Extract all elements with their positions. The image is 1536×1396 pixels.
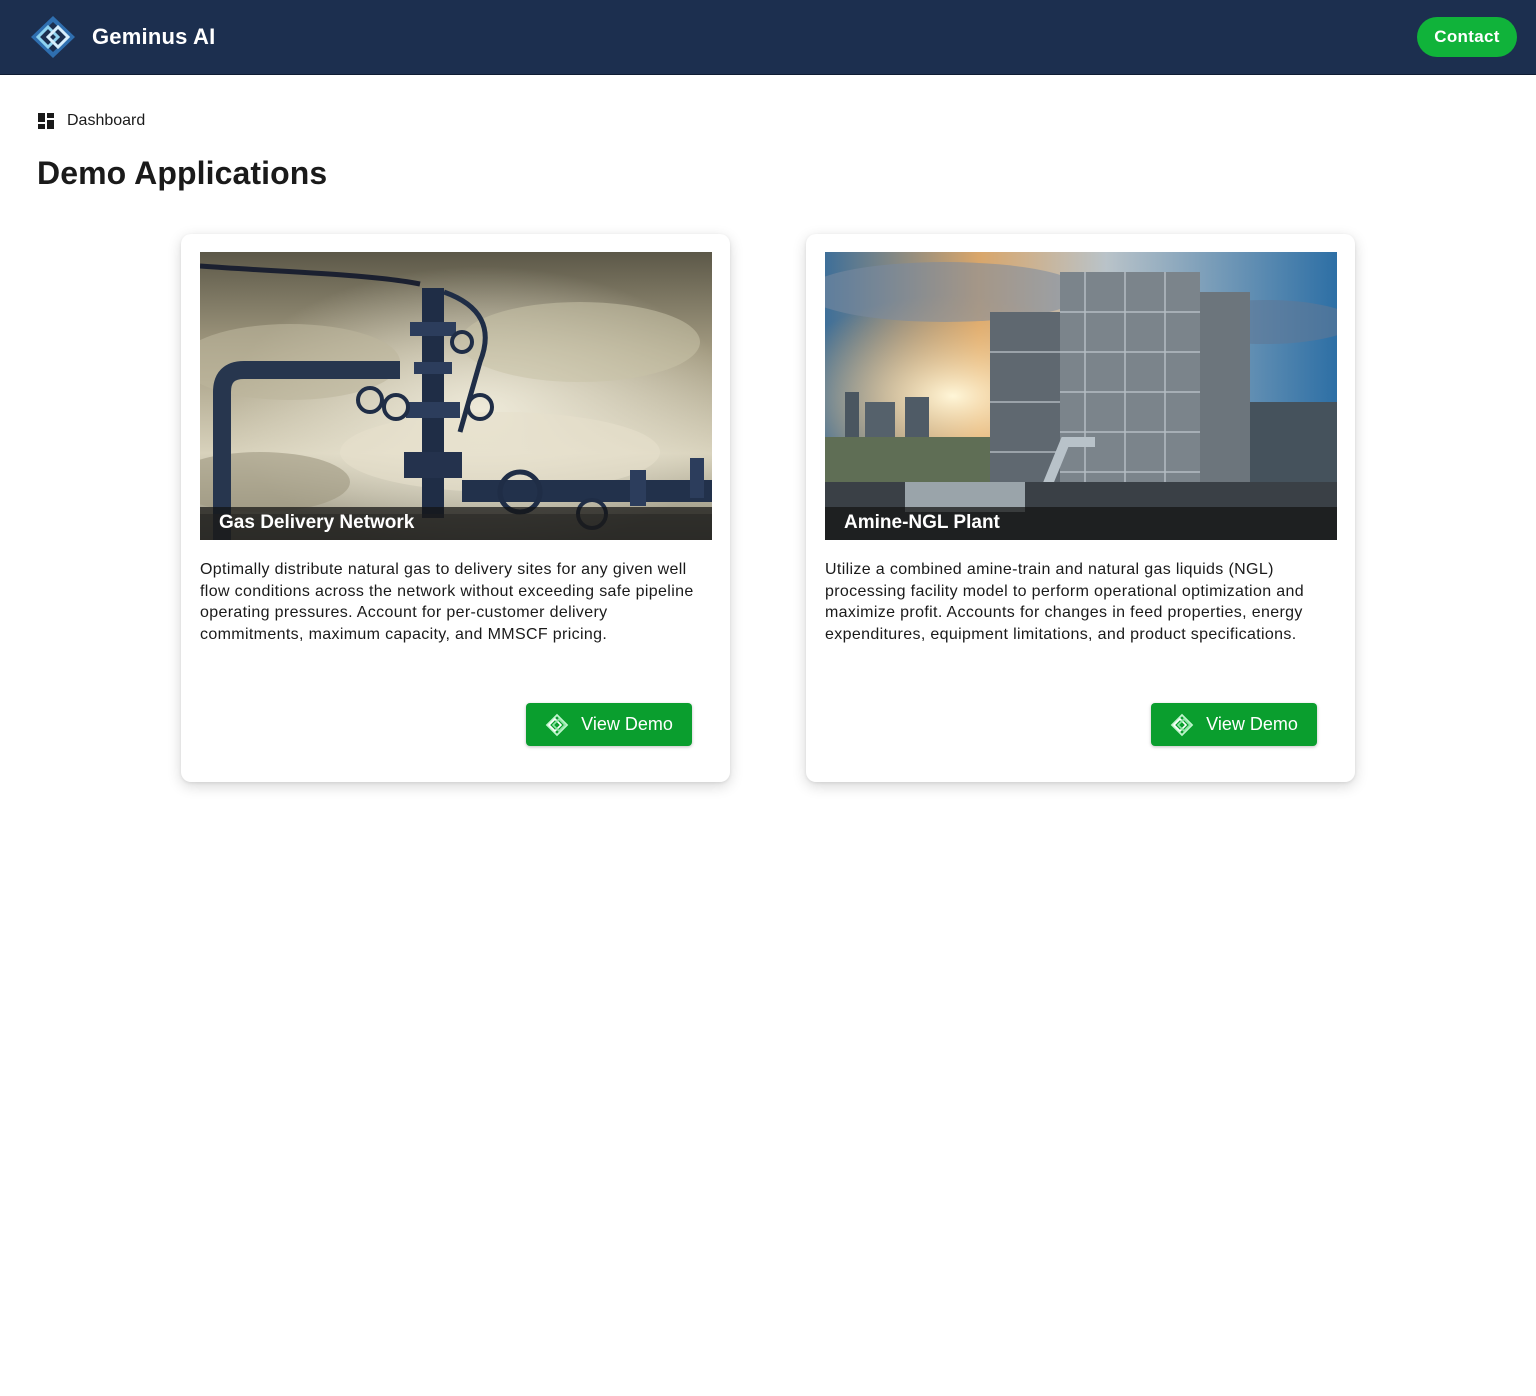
breadcrumb-label: Dashboard [67,112,146,129]
contact-button[interactable]: Contact [1417,17,1517,57]
geminus-diamond-icon [1170,713,1194,736]
geminus-diamond-icon [545,713,569,736]
card-image-gas-wellhead: Gas Delivery Network [200,252,712,540]
brand-home-link[interactable]: Geminus AI [26,15,215,59]
breadcrumb[interactable]: Dashboard [38,112,145,130]
top-navigation-bar: Geminus AI Contact [0,0,1536,75]
brand-name: Geminus AI [92,24,216,49]
view-demo-label: View Demo [581,714,673,734]
demo-card-amine-ngl: Amine-NGL Plant Utilize a combined amine… [806,234,1355,782]
card-title: Gas Delivery Network [200,507,712,540]
card-description: Optimally distribute natural gas to deli… [200,561,694,643]
geminus-logo-icon [31,16,75,58]
card-title: Amine-NGL Plant [825,507,1337,540]
view-demo-label: View Demo [1206,714,1298,734]
page-title: Demo Applications [37,155,328,191]
card-description: Utilize a combined amine-train and natur… [825,561,1304,643]
view-demo-button-amine-ngl[interactable]: View Demo [1151,703,1317,746]
dashboard-icon [38,113,54,129]
demo-card-gas-delivery: Gas Delivery Network Optimally distribut… [181,234,730,782]
view-demo-button-gas-delivery[interactable]: View Demo [526,703,692,746]
card-image-processing-plant: Amine-NGL Plant [825,252,1337,540]
